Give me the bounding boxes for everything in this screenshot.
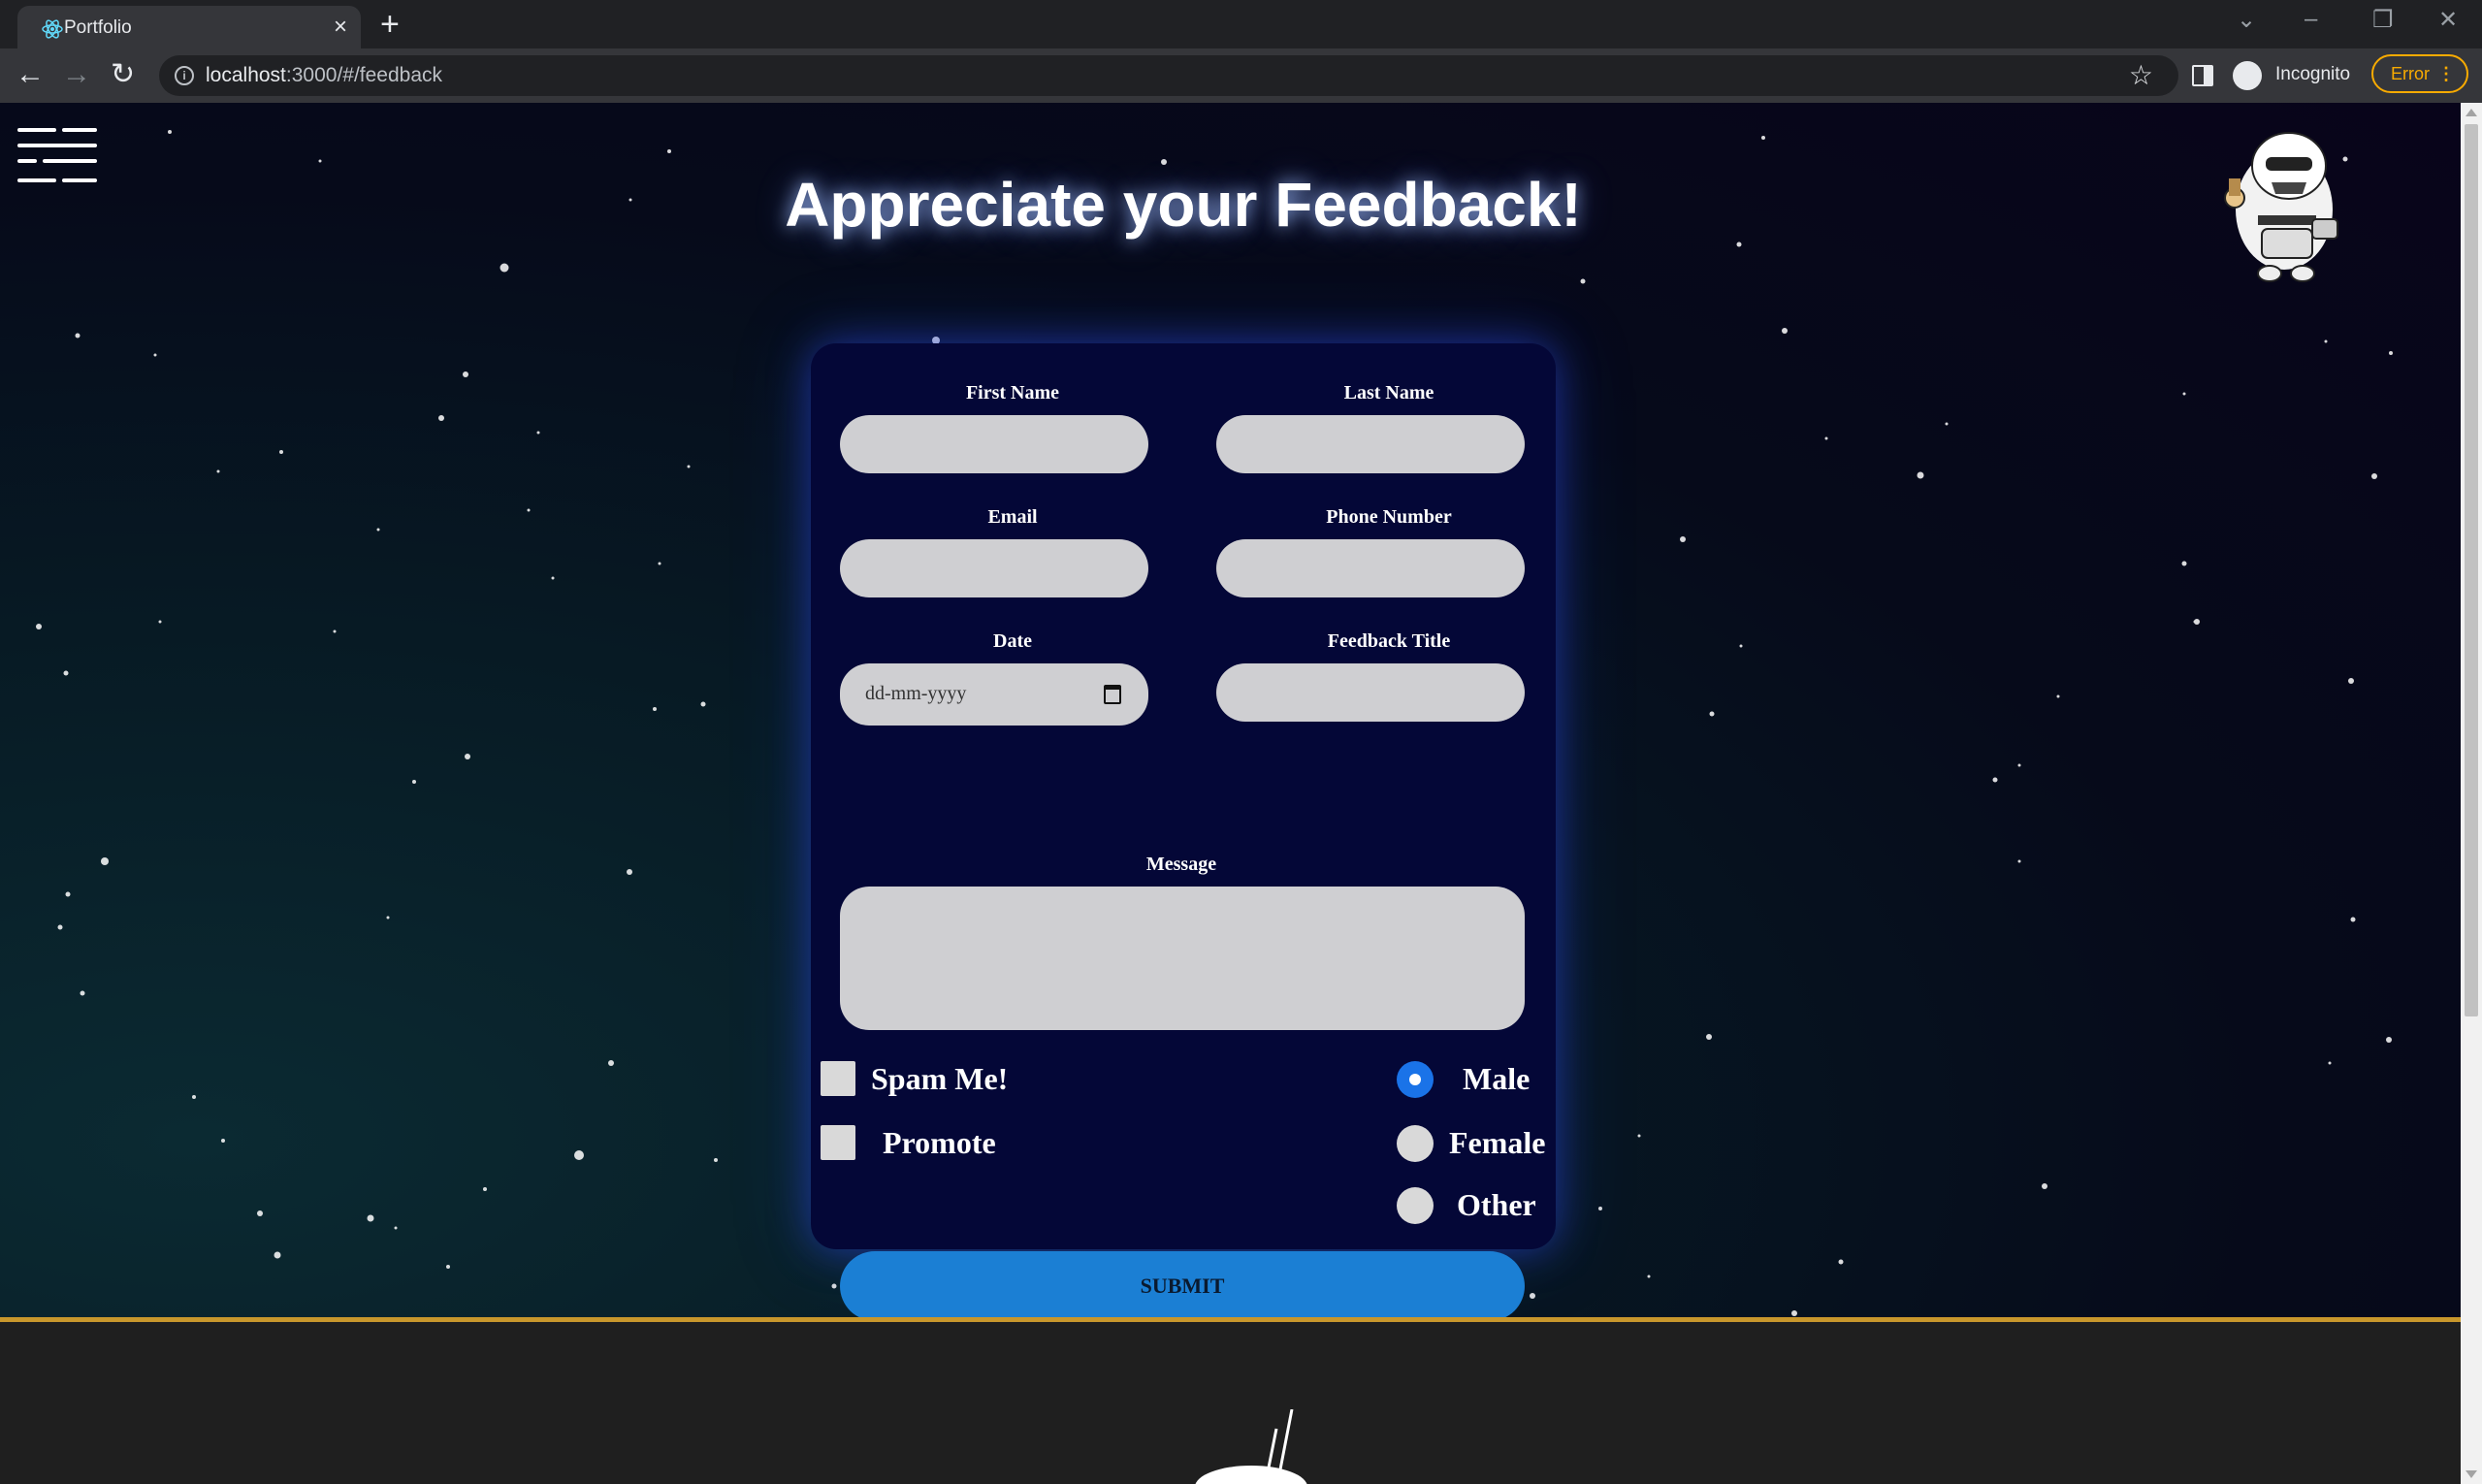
new-tab-button[interactable]: + <box>380 6 400 43</box>
submit-button[interactable]: SUBMIT <box>840 1251 1525 1321</box>
page-viewport: Appreciate your Feedback! First Name Las… <box>0 103 2461 1484</box>
gender-male-label: Male <box>1463 1061 1531 1096</box>
spam-me-label: Spam Me! <box>871 1061 1009 1096</box>
first-name-input[interactable] <box>840 415 1148 473</box>
bookmark-star-icon[interactable]: ☆ <box>2129 59 2153 91</box>
hamburger-menu-icon[interactable] <box>17 128 101 196</box>
calendar-icon[interactable] <box>1104 685 1121 704</box>
message-label: Message <box>1145 854 1217 875</box>
address-bar[interactable]: i localhost:3000/#/feedback ☆ <box>159 55 2178 96</box>
tab-title: Portfolio <box>64 17 132 38</box>
date-label: Date <box>993 630 1032 652</box>
email-input[interactable] <box>840 539 1148 597</box>
forward-icon[interactable]: → <box>62 58 91 91</box>
phone-input[interactable] <box>1216 539 1525 597</box>
url-text: localhost:3000/#/feedback <box>206 64 442 87</box>
feedback-title-input[interactable] <box>1216 663 1525 722</box>
error-button[interactable]: Error ⋮ <box>2371 54 2468 93</box>
page-scrollbar[interactable] <box>2461 103 2482 1484</box>
date-input[interactable]: dd-mm-yyyy <box>840 663 1148 726</box>
minimize-icon[interactable]: – <box>2305 6 2317 33</box>
promote-label: Promote <box>883 1125 996 1160</box>
browser-tabbar: Portfolio × + ⌄ – ❐ ✕ <box>0 0 2482 48</box>
phone-label: Phone Number <box>1326 506 1452 528</box>
feedback-title-label: Feedback Title <box>1327 630 1451 652</box>
gender-other-label: Other <box>1457 1187 1536 1222</box>
footer <box>0 1322 2461 1484</box>
promote-checkbox[interactable] <box>821 1125 855 1160</box>
email-label: Email <box>987 506 1038 528</box>
message-textarea[interactable] <box>840 887 1525 1030</box>
gender-other-radio[interactable] <box>1397 1187 1434 1224</box>
feedback-form: First Name Last Name Email Phone Number … <box>811 343 1556 1321</box>
tab-close-icon[interactable]: × <box>334 14 347 41</box>
gender-male-radio[interactable] <box>1397 1061 1434 1098</box>
back-icon[interactable]: ← <box>16 58 45 91</box>
scroll-down-icon[interactable] <box>2466 1470 2477 1478</box>
browser-tab[interactable]: Portfolio × <box>17 6 361 48</box>
first-name-label: First Name <box>965 382 1060 403</box>
date-placeholder: dd-mm-yyyy <box>865 683 967 704</box>
scroll-up-icon[interactable] <box>2466 109 2477 116</box>
gender-female-label: Female <box>1449 1125 1546 1160</box>
spam-me-checkbox[interactable] <box>821 1061 855 1096</box>
side-panel-icon[interactable] <box>2192 65 2213 86</box>
close-window-icon[interactable]: ✕ <box>2438 6 2458 34</box>
last-name-label: Last Name <box>1343 382 1434 403</box>
last-name-input[interactable] <box>1216 415 1525 473</box>
scroll-thumb[interactable] <box>2465 124 2478 1016</box>
stormtrooper-mascot-image[interactable] <box>2211 122 2357 287</box>
url-host: localhost <box>206 64 286 86</box>
tab-search-icon[interactable]: ⌄ <box>2237 6 2256 34</box>
gender-female-radio[interactable] <box>1397 1125 1434 1162</box>
footer-character-image <box>1195 1409 1307 1484</box>
incognito-icon[interactable] <box>2233 61 2262 90</box>
reload-icon[interactable]: ↻ <box>111 58 135 91</box>
site-info-icon[interactable]: i <box>175 66 194 85</box>
react-atom-icon <box>42 19 63 39</box>
page-title: Appreciate your Feedback! <box>785 170 1582 240</box>
restore-icon[interactable]: ❐ <box>2372 6 2394 34</box>
more-menu-icon: ⋮ <box>2437 64 2455 83</box>
browser-toolbar: ← → ↻ i localhost:3000/#/feedback ☆ Inco… <box>0 48 2482 103</box>
incognito-label: Incognito <box>2275 64 2351 84</box>
url-path: :3000/#/feedback <box>285 64 443 86</box>
error-label: Error <box>2391 64 2430 83</box>
